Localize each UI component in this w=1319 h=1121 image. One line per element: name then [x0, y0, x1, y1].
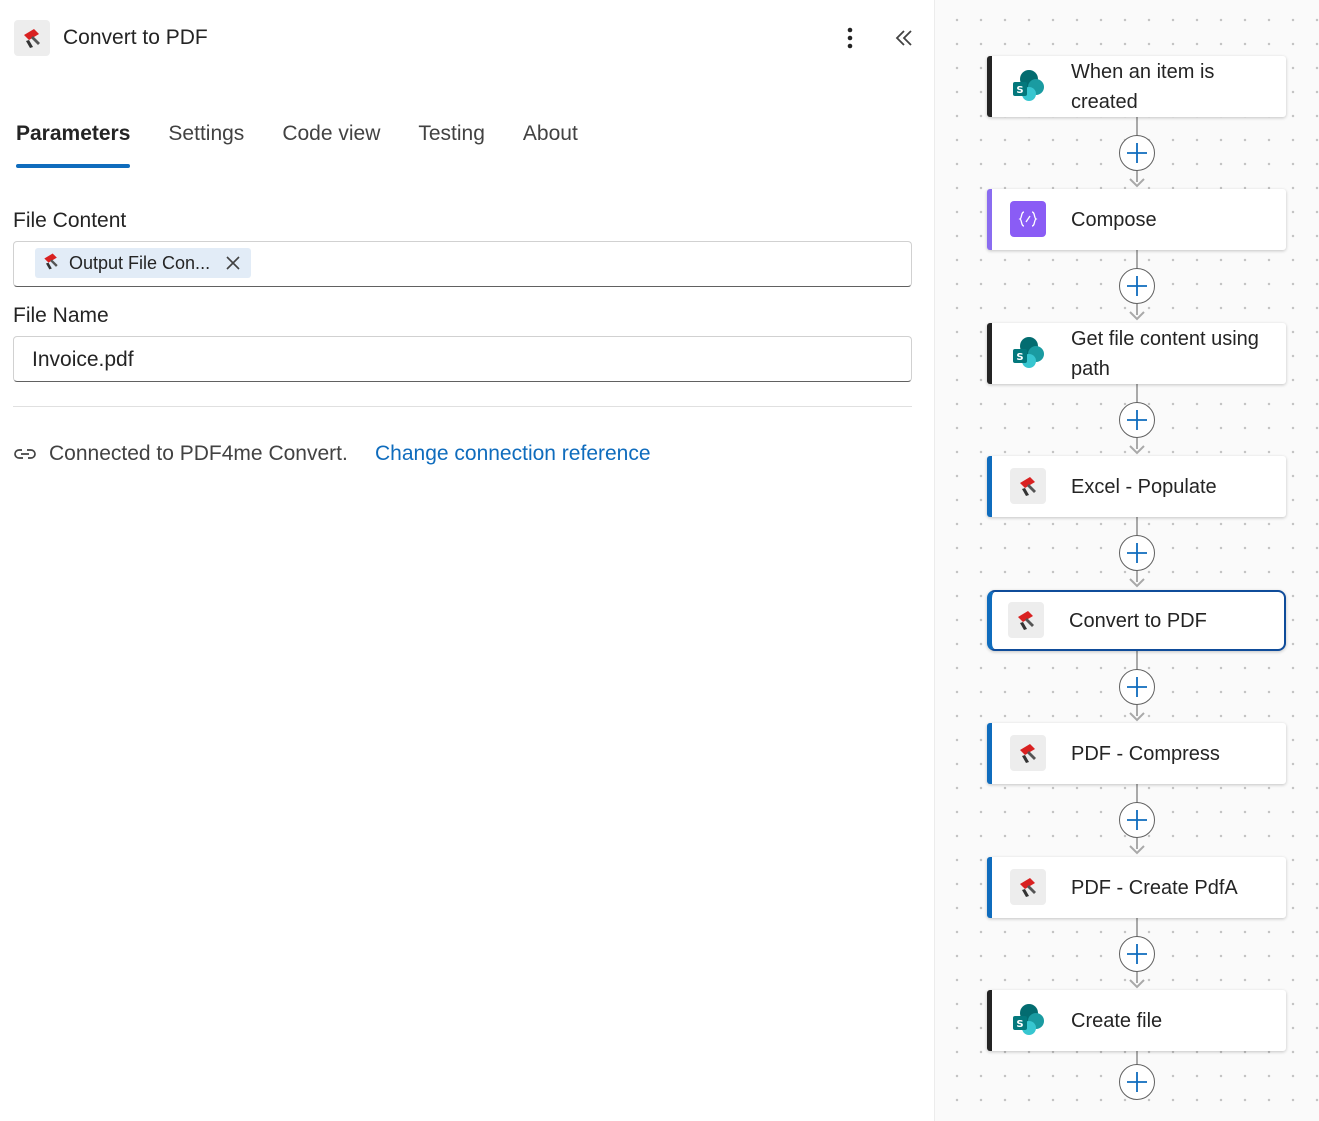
plus-icon — [1127, 143, 1147, 163]
file-content-field[interactable]: Output File Con... — [13, 241, 912, 287]
insert-step-button[interactable] — [1119, 402, 1155, 438]
arrow-down-icon — [1129, 979, 1145, 989]
file-name-label: File Name — [13, 304, 109, 327]
tab-parameters[interactable]: Parameters — [16, 122, 131, 168]
more-vertical-icon — [847, 27, 853, 49]
compose-icon — [1010, 201, 1046, 237]
step-title: Convert to PDF — [1069, 609, 1207, 632]
pdf4me-icon — [1008, 602, 1044, 638]
divider — [13, 406, 912, 407]
dynamic-content-token[interactable]: Output File Con... — [35, 248, 251, 278]
flow-step-get-file-content-using-path[interactable]: S Get file content using path — [987, 323, 1286, 384]
step-title: Compose — [1071, 208, 1157, 231]
insert-step-button[interactable] — [1119, 936, 1155, 972]
step-title: Get file content using path — [1071, 327, 1259, 380]
sharepoint-icon: S — [1010, 68, 1046, 104]
step-title: PDF - Create PdfA — [1071, 876, 1238, 899]
pdf4me-icon — [41, 251, 61, 276]
pdf4me-icon — [1010, 735, 1046, 771]
step-title: When an item is created — [1071, 60, 1215, 113]
close-icon — [226, 256, 240, 270]
panel-header: Convert to PDF — [14, 18, 914, 58]
plus-icon — [1127, 543, 1147, 563]
flow-step-compose[interactable]: Compose — [987, 189, 1286, 250]
connection-info: Connected to PDF4me Convert. Change conn… — [13, 440, 651, 468]
insert-step-button[interactable] — [1119, 802, 1155, 838]
step-title: PDF - Compress — [1071, 742, 1220, 765]
remove-token-button[interactable] — [224, 254, 242, 272]
insert-step-button[interactable] — [1119, 135, 1155, 171]
flow-step-when-an-item-is-created[interactable]: S When an item is created — [987, 56, 1286, 117]
insert-step-button[interactable] — [1119, 268, 1155, 304]
plus-icon — [1127, 276, 1147, 296]
tab-testing[interactable]: Testing — [418, 122, 485, 168]
add-step-button[interactable] — [1119, 1064, 1155, 1100]
tab-about[interactable]: About — [523, 122, 578, 168]
pdf4me-icon — [1010, 869, 1046, 905]
plus-icon — [1127, 677, 1147, 697]
flow-step-pdf-compress[interactable]: PDF - Compress — [987, 723, 1286, 784]
step-title: Create file — [1071, 1009, 1163, 1032]
sharepoint-icon: S — [1010, 1002, 1046, 1038]
panel-title: Convert to PDF — [63, 26, 208, 49]
svg-text:S: S — [1016, 85, 1023, 96]
collapse-panel-button[interactable] — [890, 22, 918, 54]
token-label: Output File Con... — [69, 252, 211, 273]
arrow-down-icon — [1129, 712, 1145, 722]
flow-canvas[interactable]: S When an item is created Compose S Get … — [934, 0, 1319, 1121]
arrow-down-icon — [1129, 178, 1145, 188]
tab-code-view[interactable]: Code view — [282, 122, 380, 168]
tab-settings[interactable]: Settings — [168, 122, 244, 168]
connection-status-text: Connected to PDF4me Convert. — [49, 442, 348, 465]
insert-step-button[interactable] — [1119, 669, 1155, 705]
arrow-down-icon — [1129, 578, 1145, 588]
flow-step-pdf-create-pdfa[interactable]: PDF - Create PdfA — [987, 857, 1286, 918]
plus-icon — [1127, 810, 1147, 830]
flow-step-excel-populate[interactable]: Excel - Populate — [987, 456, 1286, 517]
pdf4me-icon — [1010, 468, 1046, 504]
arrow-down-icon — [1129, 845, 1145, 855]
more-options-button[interactable] — [836, 22, 864, 54]
pdf4me-icon — [14, 20, 50, 56]
action-details-panel: Convert to PDF Parameters Settings Code … — [0, 0, 934, 1121]
step-title: Excel - Populate — [1071, 475, 1217, 498]
file-name-field — [13, 336, 912, 382]
flow-step-convert-to-pdf[interactable]: Convert to PDF — [987, 590, 1286, 651]
plus-icon — [1127, 944, 1147, 964]
plus-icon — [1127, 1072, 1147, 1092]
arrow-down-icon — [1129, 311, 1145, 321]
change-connection-link[interactable]: Change connection reference — [375, 440, 651, 468]
svg-text:S: S — [1016, 352, 1023, 363]
file-name-input[interactable] — [32, 347, 892, 373]
plus-icon — [1127, 410, 1147, 430]
file-content-label: File Content — [13, 209, 127, 232]
svg-text:S: S — [1016, 1019, 1023, 1030]
tab-list: Parameters Settings Code view Testing Ab… — [16, 122, 616, 172]
link-icon — [13, 442, 37, 466]
flow-step-create-file[interactable]: S Create file — [987, 990, 1286, 1051]
arrow-down-icon — [1129, 445, 1145, 455]
double-chevron-left-icon — [895, 30, 912, 46]
sharepoint-icon: S — [1010, 335, 1046, 371]
insert-step-button[interactable] — [1119, 535, 1155, 571]
connector-line — [1136, 1051, 1138, 1065]
